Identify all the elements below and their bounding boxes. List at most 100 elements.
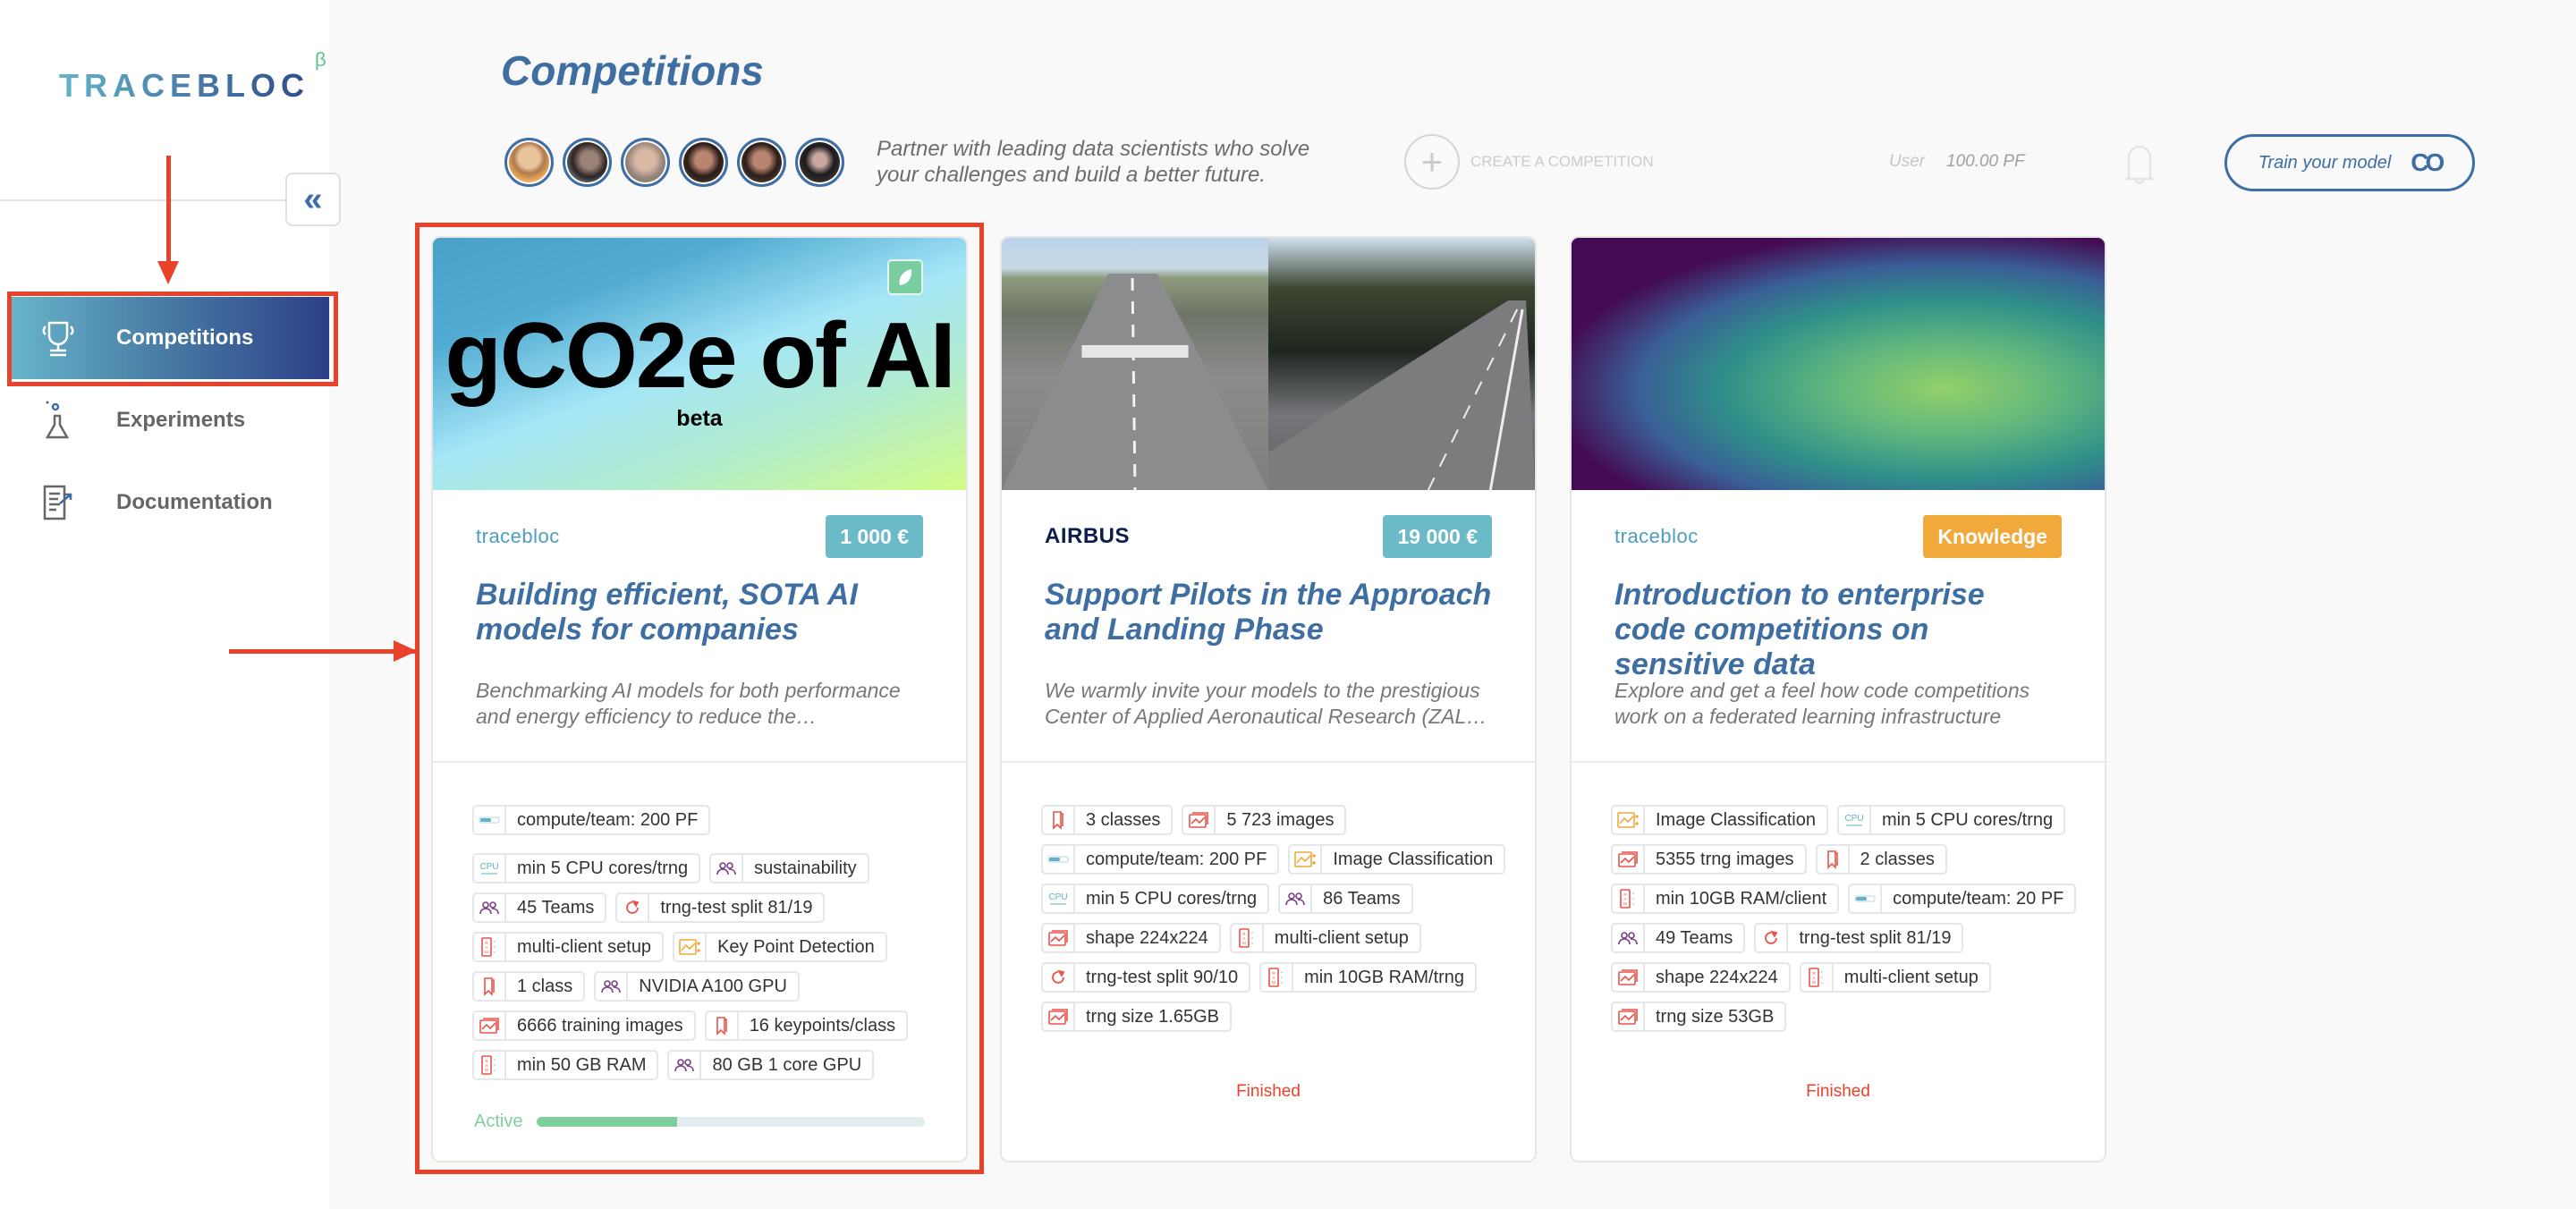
spec-tag-label: trng-test split 81/19: [1799, 927, 1952, 948]
spec-tag: Key Point Detection: [673, 932, 887, 962]
spec-tag-label: trng size 53GB: [1656, 1006, 1775, 1027]
teams-icon: [669, 1052, 702, 1078]
competition-image: [1572, 238, 2105, 490]
notification-bell-icon[interactable]: [2122, 141, 2157, 186]
spec-tag: trng size 1.65GB: [1041, 1002, 1232, 1032]
prize-badge: 1 000 €: [826, 515, 923, 558]
spec-tag-label: shape 224x224: [1656, 967, 1778, 987]
annotation-arrow-down: [166, 156, 171, 263]
beta-badge: β: [314, 48, 326, 71]
avatar[interactable]: [504, 138, 554, 187]
sidebar-item-documentation[interactable]: Documentation: [0, 461, 329, 544]
spec-tag: 80 GB 1 core GPU: [667, 1050, 875, 1080]
teams-icon: [474, 894, 506, 921]
teams-icon: [1280, 885, 1313, 912]
spec-tag-label: 80 GB 1 core GPU: [712, 1054, 862, 1075]
double-chevron-left-icon: «: [303, 181, 323, 218]
ram-icon: RAM: [1232, 925, 1264, 951]
create-competition-button[interactable]: + CREATE A COMPETITION: [1404, 134, 1654, 190]
svg-text:CPU: CPU: [1048, 892, 1067, 902]
class-icon: [1043, 807, 1075, 833]
spec-tag: CPU min 5 CPU cores/trng: [1041, 884, 1270, 914]
credits-value: 100.00 PF: [1946, 152, 2025, 171]
images-icon: [1613, 1003, 1645, 1030]
card-divider: [433, 761, 966, 763]
spec-tag: R A M min 10GB RAM/trng: [1259, 962, 1478, 993]
spec-tag-label: min 5 CPU cores/trng: [1086, 888, 1258, 909]
sidebar-item-experiments[interactable]: Experiments: [0, 379, 329, 461]
spec-tag-label: min 5 CPU cores/trng: [1881, 809, 2054, 830]
svg-text:M: M: [1623, 901, 1627, 906]
spec-tag-label: Key Point Detection: [717, 936, 875, 957]
images-icon: [1043, 925, 1075, 951]
card-title[interactable]: Support Pilots in the Approach and Landi…: [1045, 578, 1492, 653]
spec-tag-label: 5355 trng images: [1656, 849, 1794, 869]
sidebar: TRACEBLOC β « Competitions Experiments D…: [0, 0, 341, 1209]
svg-text:M: M: [485, 950, 488, 954]
spec-tag-label: Image Classification: [1656, 809, 1816, 830]
spec-tag-label: shape 224x224: [1086, 927, 1208, 948]
tracebloc-logo[interactable]: TRACEBLOC β: [59, 48, 326, 102]
spec-tag: 45 Teams: [472, 892, 607, 923]
spec-tag: trng-test split 90/10: [1041, 962, 1251, 993]
sidebar-item-competitions[interactable]: Competitions: [9, 297, 329, 379]
split-icon: [1043, 964, 1075, 991]
avatar[interactable]: [563, 138, 612, 187]
cpu-icon: CPU: [1043, 885, 1075, 912]
competition-card[interactable]: AIRBUS 19 000 € Support Pilots in the Ap…: [1000, 236, 1537, 1162]
plus-icon: +: [1404, 134, 1460, 190]
spec-tag-label: 3 classes: [1086, 809, 1161, 830]
images-icon: [474, 1012, 506, 1039]
ram-icon: RAM: [474, 934, 506, 960]
competition-card[interactable]: tracebloc Knowledge Introduction to ente…: [1570, 236, 2106, 1162]
split-icon: [617, 894, 650, 921]
spec-tag-label: trng-test split 90/10: [1086, 967, 1239, 987]
train-your-model-button[interactable]: Train your model CO: [2224, 134, 2475, 191]
spec-tag: 2 classes: [1815, 844, 1947, 875]
images-icon: [1613, 846, 1645, 873]
spec-tag: compute/team: 200 PF: [472, 805, 711, 835]
ram-icon: RAM: [474, 1052, 506, 1078]
avatar[interactable]: [737, 138, 786, 187]
create-competition-label: CREATE A COMPETITION: [1470, 153, 1654, 170]
spec-tag: R A M min 10GB RAM/client: [1611, 884, 1840, 914]
spec-tag: R A M min 50 GB RAM: [472, 1050, 659, 1080]
images-icon: [1183, 807, 1216, 833]
competition-card[interactable]: gCO2e of AI beta tracebloc 1 000 € Build…: [431, 236, 968, 1162]
card-divider: [1002, 761, 1535, 763]
spec-tag: 86 Teams: [1278, 884, 1413, 914]
competition-image: gCO2e of AI beta: [433, 238, 966, 490]
flask-icon: [39, 400, 77, 441]
page-title: Competitions: [501, 47, 764, 94]
compute-icon: [1043, 846, 1075, 873]
spec-tag: shape 224x224: [1611, 962, 1791, 993]
card-title[interactable]: Building efficient, SOTA AI models for c…: [476, 578, 923, 653]
spec-tag-label: min 50 GB RAM: [517, 1054, 647, 1075]
teams-icon: [711, 855, 744, 882]
company-logo: tracebloc: [476, 525, 560, 547]
spec-tag-label: 45 Teams: [517, 897, 595, 917]
compute-icon: [1850, 885, 1883, 912]
spec-tag: R A M multi-client setup: [1229, 923, 1421, 953]
leaf-icon: [887, 259, 923, 295]
teams-icon: [1613, 925, 1645, 951]
card-description: We warmly invite your models to the pres…: [1045, 679, 1487, 728]
collapse-sidebar-button[interactable]: «: [285, 173, 341, 226]
cpu-icon: CPU: [474, 855, 506, 882]
image-subtitle: beta: [676, 406, 723, 431]
spec-tag: 6666 training images: [472, 1010, 696, 1041]
avatar[interactable]: [679, 138, 728, 187]
card-title[interactable]: Introduction to enterprise code competit…: [1614, 578, 2062, 681]
competition-image: [1002, 238, 1535, 490]
spec-tag-label: 16 keypoints/class: [749, 1015, 896, 1036]
tag-list: Image Classification CPU min 5 CPU cores/t…: [1611, 805, 2078, 1032]
avatar[interactable]: [795, 138, 844, 187]
avatar[interactable]: [621, 138, 670, 187]
document-icon: [39, 482, 77, 523]
avatar-group: [504, 138, 844, 187]
card-body: AIRBUS 19 000 € Support Pilots in the Ap…: [1002, 515, 1535, 731]
spec-tag: 3 classes: [1041, 805, 1174, 835]
svg-text:CPU: CPU: [1844, 814, 1863, 824]
tag-list: 3 classes 5 723 images compute/team: 200 P…: [1041, 805, 1508, 1032]
spec-tag-label: multi-client setup: [1274, 927, 1409, 948]
